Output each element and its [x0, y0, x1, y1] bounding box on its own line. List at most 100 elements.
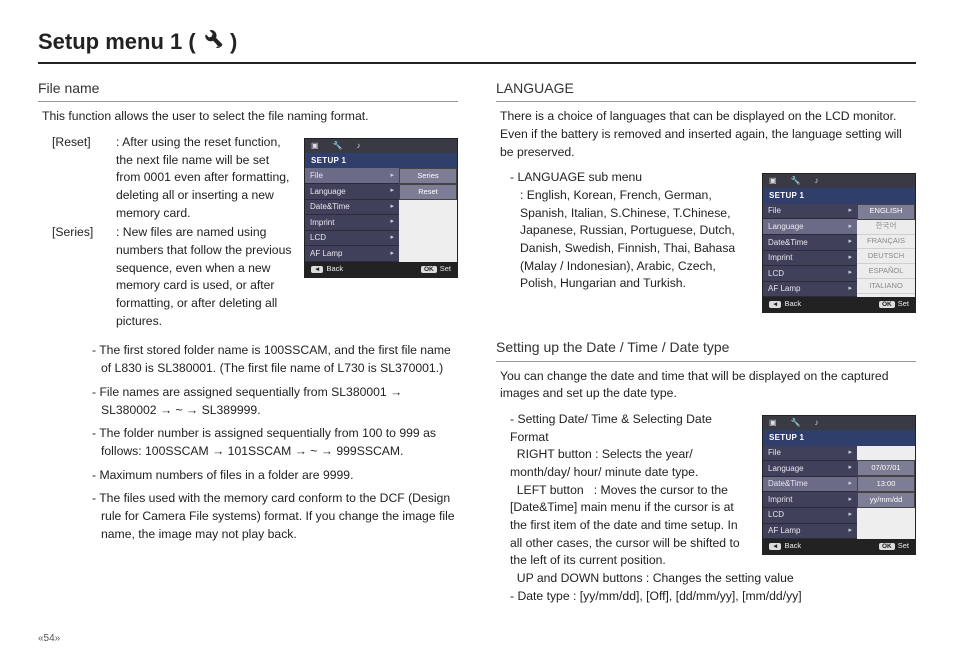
chevron-right-icon: ▸: [848, 448, 852, 458]
file-screen: ▣🔧♪ SETUP 1 File▸ Language▸ Date&Time▸ I…: [304, 138, 458, 278]
chevron-right-icon: ▸: [848, 237, 852, 247]
def-term: [Reset]: [52, 134, 106, 222]
screen-menu: File▸ Language▸ Date&Time▸ Imprint▸ LCD▸…: [763, 204, 857, 298]
screen-header: SETUP 1: [763, 430, 915, 446]
sound-icon: ♪: [815, 175, 819, 187]
bullet: The folder number is assigned sequential…: [92, 425, 458, 460]
tool-icon: 🔧: [791, 175, 801, 187]
screen-menu: File▸ Language▸ Date&Time▸ Imprint▸ LCD▸…: [305, 168, 399, 262]
value-option: ENGLISH: [857, 204, 915, 220]
camera-icon: ▣: [769, 175, 777, 187]
menu-row: File ▸: [305, 168, 399, 184]
right-column: LANGUAGE There is a choice of languages …: [496, 74, 916, 606]
camera-icon: ▣: [769, 417, 777, 429]
menu-label: Imprint: [768, 494, 792, 506]
chevron-right-icon: ▸: [390, 186, 394, 196]
tool-icon: 🔧: [333, 140, 343, 152]
screen-footer: ◄Back OKSet: [763, 539, 915, 554]
file-bullets: The first stored folder name is 100SSCAM…: [52, 342, 458, 543]
def-series: [Series]: New files are named using numb…: [52, 224, 294, 330]
value-option: Reset: [399, 184, 457, 200]
menu-label: Date&Time: [768, 237, 808, 249]
date-line: UP and DOWN buttons : Changes the settin…: [510, 570, 916, 588]
chevron-right-icon: ▸: [848, 495, 852, 505]
def-term: [Series]: [52, 224, 106, 330]
date-heading: Setting up the Date / Time / Date type: [496, 337, 916, 361]
set-label: OKSet: [421, 264, 451, 275]
date-intro: You can change the date and time that wi…: [500, 368, 912, 403]
sound-icon: ♪: [815, 417, 819, 429]
menu-label: AF Lamp: [768, 525, 800, 537]
set-label: OKSet: [879, 299, 909, 310]
menu-row: Imprint ▸: [763, 492, 857, 508]
screen-footer: ◄BackOKSet: [305, 262, 457, 277]
sound-icon: ♪: [357, 140, 361, 152]
chevron-right-icon: ▸: [848, 479, 852, 489]
camera-icon: ▣: [311, 140, 319, 152]
date-line: - Date type : [yy/mm/dd], [Off], [dd/mm/…: [510, 588, 916, 606]
chevron-right-icon: ▸: [848, 463, 852, 473]
screen-body: File▸ Language▸ Date&Time▸ Imprint▸ LCD▸…: [305, 168, 457, 262]
chevron-right-icon: ▸: [848, 222, 852, 232]
menu-row: Imprint▸: [763, 251, 857, 267]
menu-label: File: [310, 170, 323, 182]
title-close: ): [230, 29, 237, 54]
screen-values: . 07/07/01 13:00 yy/mm/dd: [857, 446, 915, 540]
bullet: Maximum numbers of files in a folder are…: [92, 467, 458, 485]
set-label: OKSet: [879, 541, 909, 552]
file-name-heading: File name: [38, 78, 458, 102]
back-label: ◄Back: [769, 299, 801, 310]
menu-row: LCD▸: [763, 266, 857, 282]
wrench-icon: 1: [202, 27, 224, 49]
chevron-right-icon: ▸: [848, 510, 852, 520]
left-column: File name This function allows the user …: [38, 74, 458, 606]
chevron-right-icon: ▸: [390, 249, 394, 259]
menu-row: Language ▸: [763, 461, 857, 477]
menu-row: AF Lamp▸: [763, 282, 857, 298]
back-label: ◄Back: [769, 541, 801, 552]
page-title: Setup menu 1 ( 1 ): [38, 26, 237, 58]
menu-label: AF Lamp: [310, 248, 342, 260]
menu-label: Date&Time: [310, 201, 350, 213]
language-heading: LANGUAGE: [496, 78, 916, 102]
chevron-right-icon: ▸: [390, 233, 394, 243]
menu-label: Imprint: [768, 252, 792, 264]
value-option: ITALIANO: [857, 279, 915, 294]
menu-row: AF Lamp ▸: [305, 246, 399, 262]
value-date: 07/07/01: [857, 460, 915, 476]
menu-row: Date&Time ▸: [763, 235, 857, 251]
title-text: Setup menu 1 (: [38, 29, 196, 54]
bullet: The files used with the memory card conf…: [92, 490, 458, 543]
tool-icon: 🔧: [791, 417, 801, 429]
screen-menu: File ▸ Language ▸ Date&Time▸ Imprint ▸ LCD▸…: [763, 446, 857, 540]
value-option: DEUTSCH: [857, 249, 915, 264]
chevron-right-icon: ▸: [390, 171, 394, 181]
menu-label: File: [768, 447, 781, 459]
date-screen: ▣ 🔧 ♪ SETUP 1 File ▸ Language ▸ Date&Time▸ I…: [762, 415, 916, 555]
columns: File name This function allows the user …: [38, 74, 916, 606]
menu-row: File ▸: [763, 446, 857, 462]
screen-header: SETUP 1: [763, 188, 915, 204]
screen-tabs: ▣ 🔧 ♪: [763, 174, 915, 188]
chevron-right-icon: ▸: [848, 284, 852, 294]
menu-row: Date&Time▸: [763, 477, 857, 493]
menu-label: Language: [768, 221, 804, 233]
page-number: «54»: [38, 632, 60, 647]
chevron-right-icon: ▸: [848, 206, 852, 216]
value-format: yy/mm/dd: [857, 492, 915, 508]
chevron-right-icon: ▸: [390, 202, 394, 212]
menu-label: Language: [768, 463, 804, 475]
menu-row: Date&Time ▸: [305, 200, 399, 216]
value-option: ESPAÑOL: [857, 264, 915, 279]
menu-label: LCD: [768, 268, 784, 280]
menu-label: LCD: [310, 232, 326, 244]
def-reset: [Reset]: After using the reset function,…: [52, 134, 294, 222]
def-text: : New files are named using numbers that…: [116, 224, 294, 330]
menu-label: Imprint: [310, 217, 334, 229]
page-title-row: Setup menu 1 ( 1 ): [38, 26, 916, 64]
menu-row: File▸: [763, 204, 857, 220]
screen-footer: ◄Back OKSet: [763, 297, 915, 312]
menu-row: LCD▸: [763, 508, 857, 524]
screen-tabs: ▣ 🔧 ♪: [305, 139, 457, 153]
menu-row: Language ▸: [763, 219, 857, 235]
